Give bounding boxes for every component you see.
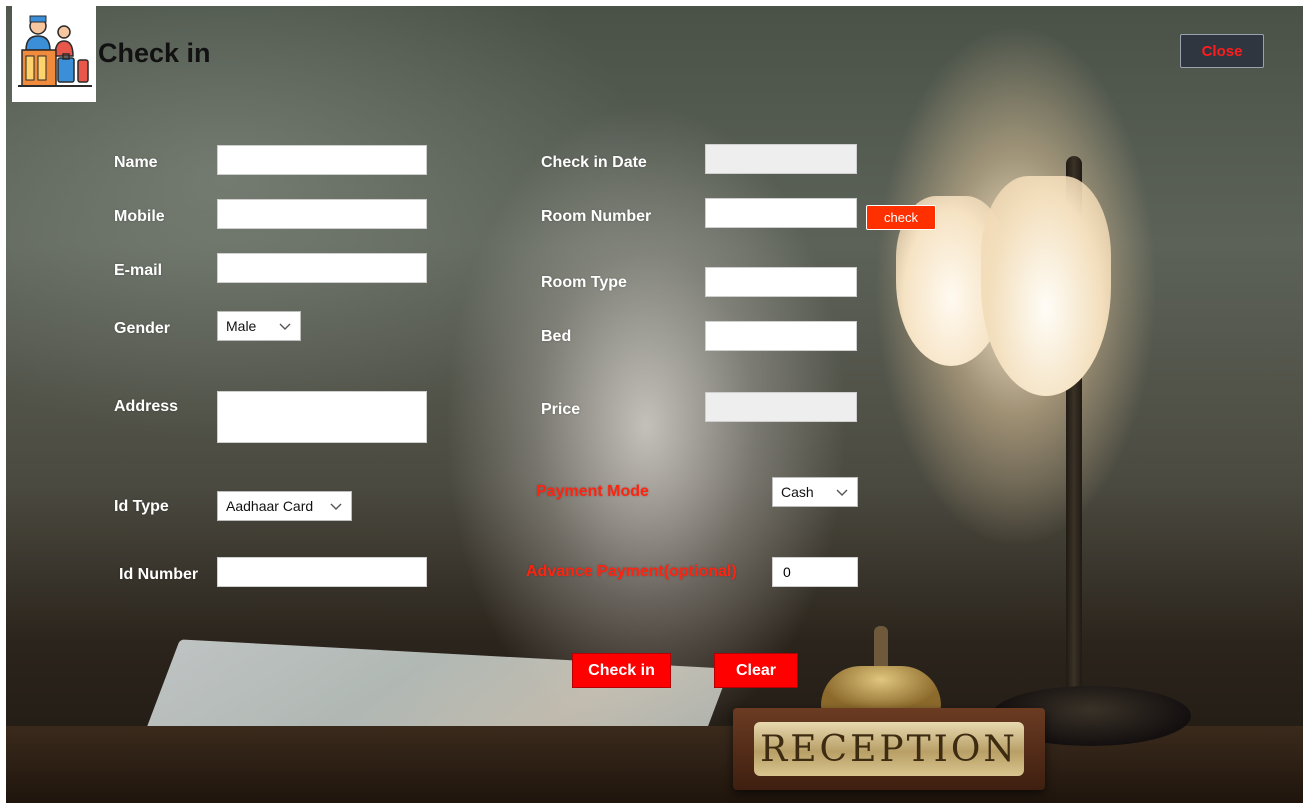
chevron-down-icon <box>836 489 848 496</box>
name-input[interactable] <box>217 145 427 175</box>
chevron-down-icon <box>330 503 342 510</box>
chevron-down-icon <box>279 323 291 330</box>
bed-label: Bed <box>541 328 572 345</box>
id-number-input[interactable] <box>217 557 427 587</box>
checkin-button[interactable]: Check in <box>572 653 671 688</box>
room-number-input[interactable] <box>705 198 857 228</box>
payment-mode-label: Payment Mode <box>536 483 649 500</box>
advance-payment-input[interactable] <box>772 557 858 587</box>
gender-label: Gender <box>114 320 171 337</box>
mobile-input[interactable] <box>217 199 427 229</box>
bed-input[interactable] <box>705 321 857 351</box>
id-type-select[interactable]: Aadhaar Card <box>217 491 352 521</box>
email-label: E-mail <box>114 262 163 279</box>
payment-mode-select-value: Cash <box>781 484 814 500</box>
id-number-label: Id Number <box>119 566 199 583</box>
background-reception-bell <box>821 666 941 711</box>
close-button[interactable]: Close <box>1180 34 1264 68</box>
background-lamp-base <box>991 686 1191 746</box>
id-type-label: Id Type <box>114 498 169 515</box>
address-label: Address <box>114 398 179 415</box>
checkin-date-label: Check in Date <box>541 154 647 171</box>
id-type-select-value: Aadhaar Card <box>226 498 314 514</box>
gender-select[interactable]: Male <box>217 311 301 341</box>
mobile-label: Mobile <box>114 208 165 225</box>
background-bell-knob <box>874 626 888 671</box>
email-input[interactable] <box>217 253 427 283</box>
advance-payment-label: Advance Payment(optional) <box>526 563 737 580</box>
room-type-label: Room Type <box>541 274 627 291</box>
background-lamp-shade <box>981 176 1111 396</box>
check-room-button[interactable]: check <box>866 205 936 230</box>
payment-mode-select[interactable]: Cash <box>772 477 858 507</box>
price-field <box>705 392 857 422</box>
room-number-label: Room Number <box>541 208 652 225</box>
clear-button[interactable]: Clear <box>714 653 798 688</box>
name-label: Name <box>114 154 158 171</box>
background-desk <box>6 726 1303 803</box>
background-reception-sign: RECEPTION <box>733 708 1045 790</box>
checkin-window: RECEPTION Check in Close Name Mobile E-m… <box>6 6 1303 803</box>
checkin-date-field <box>705 144 857 174</box>
gender-select-value: Male <box>226 318 257 334</box>
address-input[interactable] <box>217 391 427 443</box>
hotel-reception-icon <box>12 6 96 102</box>
price-label: Price <box>541 401 581 418</box>
reception-sign-text: RECEPTION <box>754 722 1024 776</box>
room-type-input[interactable] <box>705 267 857 297</box>
page-title: Check in <box>98 38 211 68</box>
background-lamp-stem <box>1066 156 1082 736</box>
